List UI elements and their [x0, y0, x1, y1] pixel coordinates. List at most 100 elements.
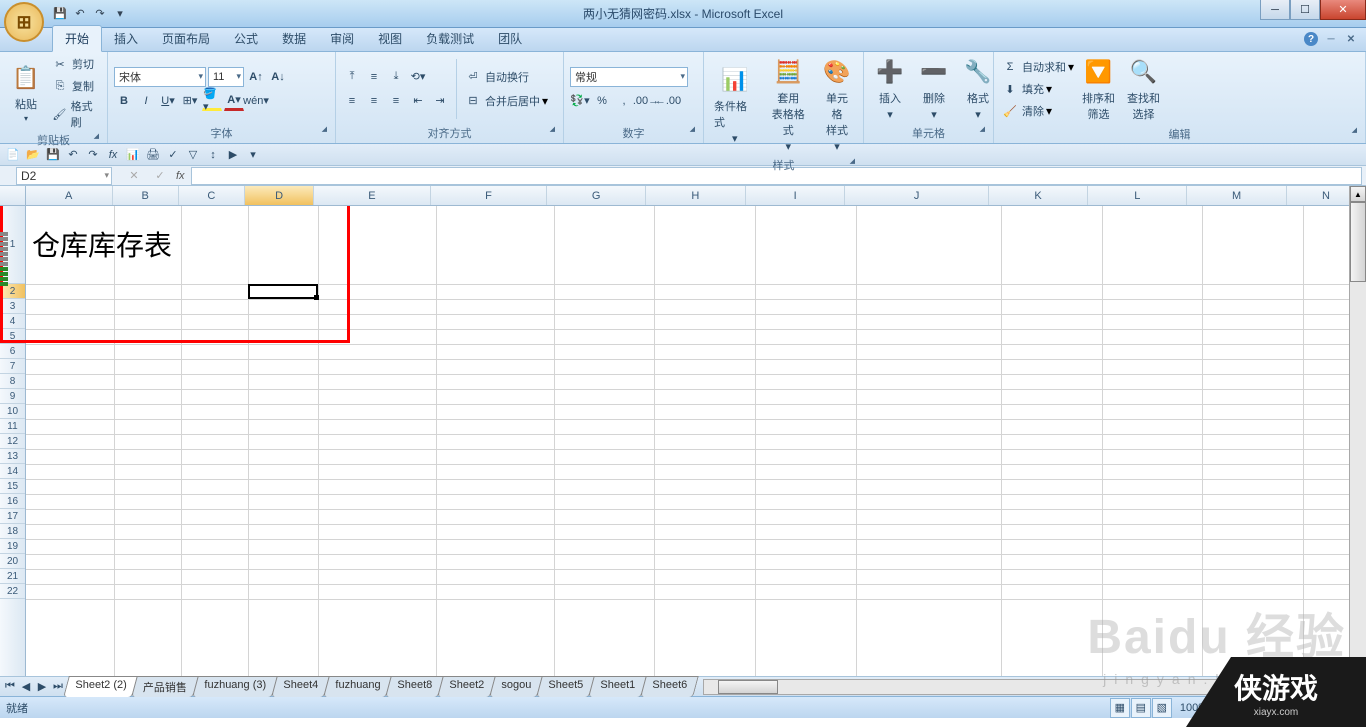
col-header-J[interactable]: J — [845, 186, 988, 205]
qat-more-icon[interactable]: ▾ — [112, 6, 128, 22]
office-button[interactable]: ⊞ — [4, 2, 44, 42]
row-header-13[interactable]: 13 — [0, 449, 25, 464]
qat-save-icon[interactable]: 💾 — [52, 6, 68, 22]
align-bottom-icon[interactable]: ⤓ — [386, 67, 406, 87]
sheet-tab[interactable]: Sheet2 (2) — [63, 676, 138, 697]
font-name-combo[interactable]: 宋体 — [114, 67, 206, 87]
col-header-C[interactable]: C — [179, 186, 245, 205]
qat-redo-icon[interactable]: ↷ — [92, 6, 108, 22]
row-header-22[interactable]: 22 — [0, 584, 25, 599]
tab-data[interactable]: 数据 — [270, 26, 318, 51]
cut-button[interactable]: ✂剪切 — [50, 54, 101, 74]
qat-undo-icon[interactable]: ↶ — [72, 6, 88, 22]
col-header-F[interactable]: F — [431, 186, 548, 205]
tab-prev-icon[interactable]: ◀ — [18, 677, 34, 697]
percent-icon[interactable]: % — [592, 91, 612, 111]
tb-print-icon[interactable]: 🖨 — [144, 146, 162, 164]
tab-loadtest[interactable]: 负载测试 — [414, 26, 486, 51]
align-left-icon[interactable]: ≡ — [342, 91, 362, 111]
tab-insert[interactable]: 插入 — [102, 26, 150, 51]
col-header-D[interactable]: D — [245, 186, 314, 205]
row-header-14[interactable]: 14 — [0, 464, 25, 479]
border-button[interactable]: ⊞▾ — [180, 91, 200, 111]
row-header-12[interactable]: 12 — [0, 434, 25, 449]
sort-filter-button[interactable]: 🔽排序和 筛选 — [1078, 54, 1119, 124]
underline-button[interactable]: U▾ — [158, 91, 178, 111]
fill-color-button[interactable]: 🪣▾ — [202, 91, 222, 111]
currency-icon[interactable]: 💱▾ — [570, 91, 590, 111]
fx-confirm-icon[interactable]: ✓ — [150, 166, 170, 186]
sheet-tab[interactable]: sogou — [489, 676, 543, 697]
row-header-21[interactable]: 21 — [0, 569, 25, 584]
tab-team[interactable]: 团队 — [486, 26, 534, 51]
autosum-button[interactable]: Σ自动求和▾ — [1000, 57, 1074, 77]
align-top-icon[interactable]: ⤒ — [342, 67, 362, 87]
row-header-10[interactable]: 10 — [0, 404, 25, 419]
col-header-A[interactable]: A — [26, 186, 113, 205]
select-all-corner[interactable] — [0, 186, 26, 205]
vertical-scrollbar[interactable]: ▲▼ — [1349, 186, 1366, 676]
grow-font-icon[interactable]: A↑ — [246, 67, 266, 87]
align-middle-icon[interactable]: ≡ — [364, 67, 384, 87]
row-header-16[interactable]: 16 — [0, 494, 25, 509]
close-button[interactable]: ✕ — [1320, 0, 1366, 20]
tb-sort-icon[interactable]: ↕ — [204, 146, 222, 164]
sheet-tab[interactable]: Sheet5 — [536, 676, 595, 697]
cell-styles-button[interactable]: 🎨单元格 样式▾ — [817, 54, 857, 155]
inc-decimal-icon[interactable]: .00→ — [636, 91, 656, 111]
insert-cells-button[interactable]: ➕插入▾ — [870, 54, 910, 123]
name-box[interactable]: D2 — [16, 167, 112, 185]
minimize-button[interactable]: ─ — [1260, 0, 1290, 20]
wrap-text-button[interactable]: ⏎自动换行 — [463, 67, 548, 87]
delete-cells-button[interactable]: ➖删除▾ — [914, 54, 954, 123]
ribbon-close-icon[interactable]: ✕ — [1344, 32, 1358, 46]
view-pagebreak-icon[interactable]: ▧ — [1152, 698, 1172, 718]
tab-layout[interactable]: 页面布局 — [150, 26, 222, 51]
row-header-19[interactable]: 19 — [0, 539, 25, 554]
tb-chart-icon[interactable]: 📊 — [124, 146, 142, 164]
fill-button[interactable]: ⬇填充▾ — [1000, 79, 1074, 99]
number-format-combo[interactable]: 常规 — [570, 67, 688, 87]
copy-button[interactable]: ⎘复制 — [50, 76, 101, 96]
col-header-M[interactable]: M — [1187, 186, 1287, 205]
tab-next-icon[interactable]: ▶ — [34, 677, 50, 697]
tab-review[interactable]: 审阅 — [318, 26, 366, 51]
fx-cancel-icon[interactable]: ✕ — [124, 166, 144, 186]
fx-button[interactable]: fx — [176, 170, 185, 182]
sheet-tab[interactable]: Sheet1 — [588, 676, 647, 697]
phonetic-button[interactable]: wén▾ — [246, 91, 266, 111]
find-select-button[interactable]: 🔍查找和 选择 — [1123, 54, 1164, 124]
col-header-I[interactable]: I — [746, 186, 846, 205]
clear-button[interactable]: 🧹清除▾ — [1000, 101, 1074, 121]
col-header-B[interactable]: B — [113, 186, 179, 205]
align-right-icon[interactable]: ≡ — [386, 91, 406, 111]
row-header-15[interactable]: 15 — [0, 479, 25, 494]
orientation-icon[interactable]: ⟲▾ — [408, 67, 428, 87]
font-size-combo[interactable]: 11 — [208, 67, 244, 87]
sheet-tab[interactable]: Sheet4 — [271, 676, 330, 697]
help-icon[interactable]: ? — [1304, 32, 1318, 46]
col-header-K[interactable]: K — [989, 186, 1089, 205]
shrink-font-icon[interactable]: A↓ — [268, 67, 288, 87]
tab-formulas[interactable]: 公式 — [222, 26, 270, 51]
row-header-17[interactable]: 17 — [0, 509, 25, 524]
view-normal-icon[interactable]: ▦ — [1110, 698, 1130, 718]
format-cells-button[interactable]: 🔧格式▾ — [958, 54, 998, 123]
tb-more-icon[interactable]: ▾ — [244, 146, 262, 164]
merge-button[interactable]: ⊟合并后居中▾ — [463, 91, 548, 111]
bold-button[interactable]: B — [114, 91, 134, 111]
align-center-icon[interactable]: ≡ — [364, 91, 384, 111]
tb-fx-icon[interactable]: fx — [104, 146, 122, 164]
col-header-L[interactable]: L — [1088, 186, 1187, 205]
format-table-button[interactable]: 🧮套用 表格格式▾ — [764, 54, 814, 155]
conditional-format-button[interactable]: 📊条件格式▾ — [710, 62, 760, 147]
indent-inc-icon[interactable]: ⇥ — [430, 91, 450, 111]
tb-macro-icon[interactable]: ▶ — [224, 146, 242, 164]
ribbon-minimize-icon[interactable]: ─ — [1324, 32, 1338, 46]
tab-view[interactable]: 视图 — [366, 26, 414, 51]
indent-dec-icon[interactable]: ⇤ — [408, 91, 428, 111]
paste-button[interactable]: 📋粘贴▾ — [6, 60, 46, 125]
comma-icon[interactable]: , — [614, 91, 634, 111]
format-painter-button[interactable]: 🖌格式刷 — [50, 98, 101, 130]
row-header-11[interactable]: 11 — [0, 419, 25, 434]
